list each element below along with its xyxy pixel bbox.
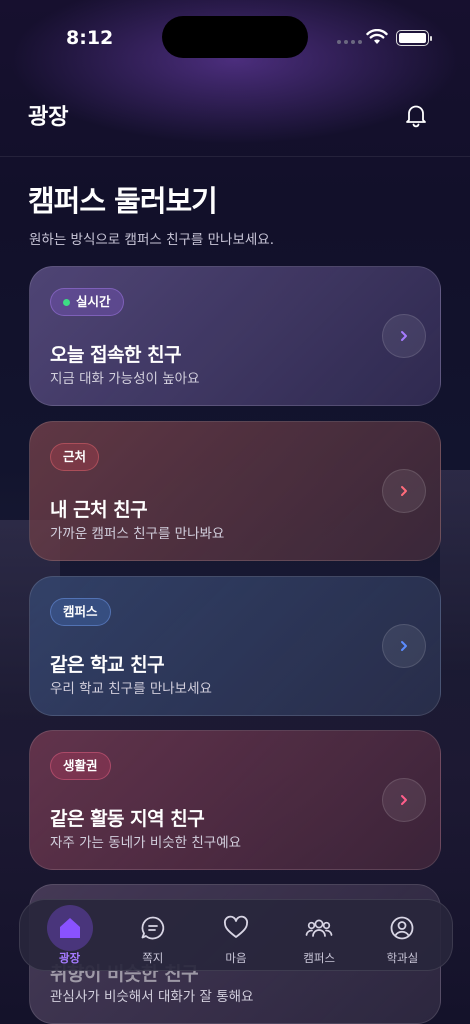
tab-label: 광장 — [59, 951, 81, 965]
tab-plaza[interactable]: 광장 — [30, 900, 110, 972]
card-subtitle: 지금 대화 가능성이 높아요 — [50, 371, 200, 387]
people-icon — [305, 919, 333, 937]
chevron-right-icon — [401, 486, 407, 496]
card-subtitle: 자주 가는 동네가 비슷한 친구예요 — [50, 835, 242, 851]
page-title: 광장 — [28, 105, 69, 130]
card-subtitle: 우리 학교 친구를 만나보세요 — [50, 681, 212, 697]
status-badge: 생활권 — [50, 752, 111, 780]
card-title: 오늘 접속한 친구 — [50, 344, 182, 366]
card-subtitle: 가까운 캠퍼스 친구를 만나봐요 — [50, 526, 225, 542]
battery-icon — [396, 30, 432, 46]
wifi-icon — [366, 29, 388, 44]
card-arrow-button[interactable] — [382, 624, 426, 668]
card-arrow-button[interactable] — [382, 314, 426, 358]
chevron-right-icon — [401, 795, 407, 805]
header: 광장 — [0, 95, 470, 139]
header-divider — [0, 156, 470, 157]
signal-icon — [337, 40, 362, 44]
badge-label: 캠퍼스 — [63, 604, 98, 619]
tab-messages[interactable]: 쪽지 — [113, 900, 193, 972]
card-area-friends[interactable]: 생활권 같은 활동 지역 친구 자주 가는 동네가 비슷한 친구예요 — [29, 730, 441, 870]
home-icon — [59, 918, 80, 938]
bell-icon[interactable] — [402, 101, 430, 129]
tab-heart[interactable]: 마음 — [196, 900, 276, 972]
tab-label: 쪽지 — [142, 951, 164, 965]
card-online-friends[interactable]: 실시간 오늘 접속한 친구 지금 대화 가능성이 높아요 — [29, 266, 441, 406]
card-title: 같은 활동 지역 친구 — [50, 808, 205, 830]
tab-label: 마음 — [225, 951, 247, 965]
section-subtitle: 원하는 방식으로 캠퍼스 친구를 만나보세요. — [29, 232, 275, 248]
section-title: 캠퍼스 둘러보기 — [28, 184, 218, 218]
badge-label: 실시간 — [76, 294, 111, 309]
chevron-right-icon — [401, 331, 407, 341]
tab-label: 캠퍼스 — [303, 951, 336, 965]
card-subtitle: 관심사가 비슷해서 대화가 잘 통해요 — [50, 989, 254, 1005]
chat-icon — [141, 916, 164, 940]
dynamic-island — [162, 16, 308, 58]
chevron-right-icon — [401, 641, 407, 651]
status-badge: 캠퍼스 — [50, 598, 111, 626]
card-arrow-button[interactable] — [382, 469, 426, 513]
profile-icon — [390, 916, 414, 940]
badge-label: 생활권 — [63, 758, 98, 773]
status-badge: 실시간 — [50, 288, 124, 316]
tab-bar: 광장 쪽지 마음 캠퍼스 학과실 — [19, 899, 453, 971]
tab-department[interactable]: 학과실 — [362, 900, 442, 972]
background-building — [440, 470, 470, 670]
card-arrow-button[interactable] — [382, 778, 426, 822]
tab-campus[interactable]: 캠퍼스 — [279, 900, 359, 972]
status-badge: 근처 — [50, 443, 100, 471]
card-school-friends[interactable]: 캠퍼스 같은 학교 친구 우리 학교 친구를 만나보세요 — [29, 576, 441, 716]
badge-label: 근처 — [63, 449, 87, 464]
card-nearby-friends[interactable]: 근처 내 근처 친구 가까운 캠퍼스 친구를 만나봐요 — [29, 421, 441, 561]
status-bar: 8:12 — [0, 0, 470, 60]
heart-icon — [223, 915, 248, 938]
card-title: 내 근처 친구 — [50, 499, 148, 521]
live-dot-icon — [63, 298, 70, 306]
tab-label: 학과실 — [386, 951, 419, 965]
status-time: 8:12 — [66, 27, 114, 49]
card-title: 같은 학교 친구 — [50, 654, 165, 676]
